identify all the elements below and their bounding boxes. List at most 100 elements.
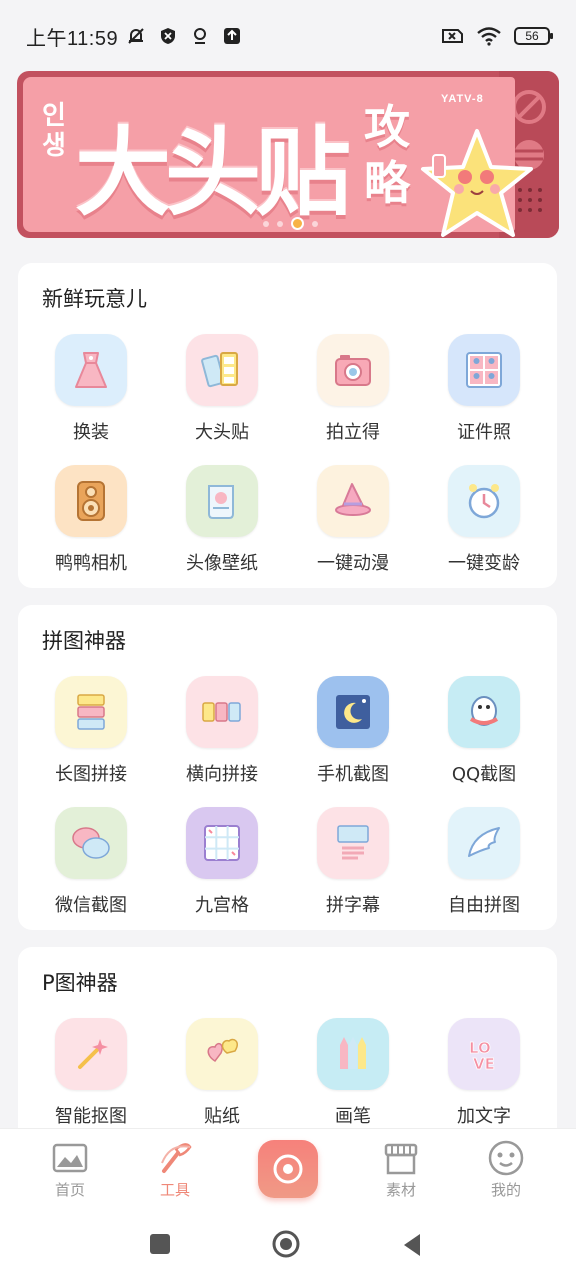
tool-free-collage[interactable]: 自由拼图: [419, 807, 549, 917]
pagination-dot[interactable]: [263, 220, 269, 227]
battery-indicator: 56: [514, 27, 553, 45]
tool-icon-box: [186, 807, 258, 879]
tool-icon-box: [55, 807, 127, 879]
tool-label: 画笔: [335, 1106, 371, 1127]
upload-icon: [224, 28, 241, 44]
nav-tools[interactable]: 工具: [135, 1139, 215, 1200]
tool-label: 换装: [73, 422, 109, 443]
bell-muted-icon: [128, 28, 144, 44]
wifi-icon: [477, 27, 501, 46]
tool-icon-box: LO VE: [448, 1018, 520, 1090]
tool-label: 鸭鸭相机: [55, 553, 127, 574]
horizontal-stitch-icon: [202, 702, 241, 722]
image-icon: [52, 1143, 88, 1173]
tool-label: 长图拼接: [55, 764, 127, 785]
tool-anime[interactable]: 一键动漫: [288, 465, 418, 575]
tool-label: 大头贴: [195, 422, 249, 443]
tool-age-change[interactable]: 一键变龄: [419, 465, 549, 575]
tool-label: 拍立得: [326, 422, 380, 443]
tool-qq-screenshot[interactable]: QQ截图: [419, 676, 549, 786]
tool-icon-box: [186, 334, 258, 406]
tool-duck-camera[interactable]: 鸭鸭相机: [26, 465, 156, 575]
tool-icon-box: [317, 1018, 389, 1090]
tool-icon-box: [448, 334, 520, 406]
back-button-icon[interactable]: [400, 1232, 424, 1258]
stripe-circle-icon: [512, 90, 546, 124]
tool-brush[interactable]: 画笔: [288, 1018, 418, 1128]
banner-korean-text: 인생: [42, 101, 66, 161]
pagination-dot[interactable]: [312, 220, 318, 227]
instant-camera-icon: [335, 355, 371, 386]
system-nav-bar: [0, 1210, 576, 1280]
tool-phone-screenshot[interactable]: 手机截图: [288, 676, 418, 786]
tool-id-photo[interactable]: 证件照: [419, 334, 549, 444]
tool-outfit[interactable]: 换装: [26, 334, 156, 444]
tool-icon-box: [317, 676, 389, 748]
camera-button[interactable]: [258, 1140, 318, 1198]
banner-subtitle: 攻略: [364, 100, 410, 210]
tool-long-stitch[interactable]: 长图拼接: [26, 676, 156, 786]
home-button-icon[interactable]: [271, 1229, 301, 1259]
nav-profile[interactable]: 我的: [466, 1139, 546, 1200]
tool-label: 加文字: [457, 1106, 511, 1127]
long-stitch-icon: [77, 694, 105, 730]
tool-label: 自由拼图: [448, 895, 520, 916]
tool-label: 微信截图: [55, 895, 127, 916]
nine-grid-icon: [204, 825, 240, 861]
nav-label: 首页: [54, 1181, 85, 1199]
nav-materials[interactable]: 素材: [361, 1139, 441, 1200]
tool-label: 九宫格: [195, 895, 249, 916]
brush-icon: [161, 1143, 192, 1173]
pagination-dot-active[interactable]: [291, 217, 304, 230]
tool-label: QQ截图: [451, 764, 517, 785]
tool-subtitle-stitch[interactable]: 拼字幕: [288, 807, 418, 917]
tool-icon-box: [55, 1018, 127, 1090]
status-bar: 上午11:59 56: [0, 0, 576, 72]
scroll-icon: [208, 485, 234, 519]
moon-screenshot-icon: [336, 695, 370, 729]
tool-icon-box: [55, 676, 127, 748]
alarm-clock-icon: [468, 484, 500, 519]
tool-wechat-screenshot[interactable]: 微信截图: [26, 807, 156, 917]
tool-label: 横向拼接: [186, 764, 258, 785]
tool-horizontal-stitch[interactable]: 横向拼接: [157, 676, 287, 786]
recents-button-icon[interactable]: [148, 1232, 172, 1256]
magic-wand-icon: [78, 1039, 108, 1069]
tool-icon-box: [448, 807, 520, 879]
tool-label: 智能抠图: [55, 1106, 127, 1127]
tool-nine-grid[interactable]: 九宫格: [157, 807, 287, 917]
status-time: 上午11:59: [26, 27, 119, 50]
nav-home[interactable]: 首页: [30, 1139, 110, 1200]
tool-icon-box: [55, 465, 127, 537]
tool-avatar-wallpaper[interactable]: 头像壁纸: [157, 465, 287, 575]
sim-off-icon: [442, 29, 463, 43]
wing-icon: [468, 827, 500, 857]
promo-banner[interactable]: 인생 大头贴 攻略 YATV-8: [17, 71, 559, 238]
love-text-icon: LOVE: [469, 1039, 496, 1074]
pagination-dot[interactable]: [277, 220, 283, 227]
tool-add-text[interactable]: LO VE 加文字: [419, 1018, 549, 1128]
tool-instant-photo[interactable]: 拍立得: [288, 334, 418, 444]
tool-icon-box: [55, 334, 127, 406]
banner-title: 大头贴: [75, 117, 351, 229]
camera-icon: [273, 1154, 303, 1184]
nav-label: 我的: [490, 1181, 521, 1199]
penguin-icon: [469, 696, 499, 726]
banner-tag: YATV-8: [441, 93, 484, 105]
tool-icon-box: [448, 465, 520, 537]
tool-icon-box: [186, 465, 258, 537]
shield-icon: [161, 28, 176, 44]
tool-icon-box: [186, 1018, 258, 1090]
tool-icon-box: [186, 676, 258, 748]
tool-label: 证件照: [457, 422, 511, 443]
tool-icon-box: [317, 334, 389, 406]
tool-icon-box: [317, 807, 389, 879]
tool-smart-cutout[interactable]: 智能抠图: [26, 1018, 156, 1128]
section-title: 新鲜玩意儿: [42, 287, 147, 311]
tool-stickers[interactable]: 贴纸: [157, 1018, 287, 1128]
tool-label: 一键变龄: [448, 553, 520, 574]
bottom-nav: 首页 工具 素材 我的: [0, 1128, 576, 1210]
tool-label: 拼字幕: [326, 895, 380, 916]
tool-photo-sticker[interactable]: 大头贴: [157, 334, 287, 444]
tool-label: 手机截图: [317, 764, 389, 785]
